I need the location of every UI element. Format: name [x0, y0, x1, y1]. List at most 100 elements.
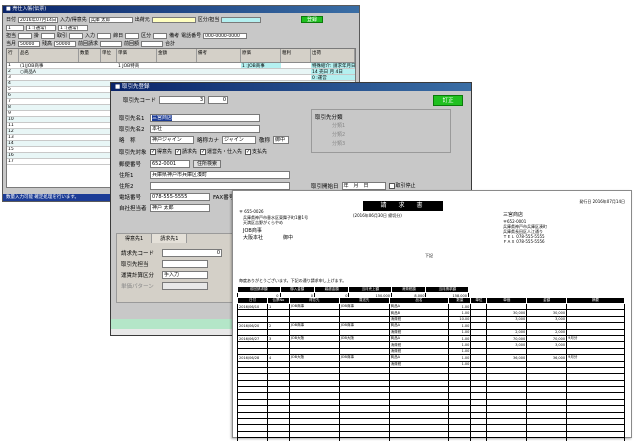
grid-cell[interactable]	[79, 153, 101, 158]
tab-customer[interactable]: 得意先1	[117, 234, 153, 243]
grid-cell[interactable]	[101, 69, 117, 74]
honorific-field[interactable]: 御中	[273, 135, 290, 144]
grid-cell[interactable]: 8	[7, 105, 19, 110]
balance-field[interactable]	[141, 40, 164, 47]
grid-cell[interactable]: 2	[7, 69, 19, 74]
grid-cell[interactable]	[79, 129, 101, 134]
grid-cell[interactable]	[19, 129, 79, 134]
grid-cell[interactable]: 10	[7, 117, 19, 122]
start-field[interactable]: 年 月 日	[341, 181, 386, 190]
check-customer[interactable]: ✓ 得意先	[150, 148, 172, 155]
balance-field[interactable]: 50000	[18, 40, 41, 47]
grid-cell[interactable]	[79, 135, 101, 140]
slip-mode-field[interactable]: 1 :(通常)	[58, 24, 88, 31]
grid-cell[interactable]: 11	[7, 123, 19, 128]
grid-cell[interactable]	[19, 135, 79, 140]
grid-cell[interactable]	[19, 93, 79, 98]
grid-cell[interactable]: ○商品A	[19, 69, 79, 74]
grid-cell[interactable]: 16	[7, 153, 19, 158]
grid-cell[interactable]: 0 :運営	[311, 75, 355, 80]
grid-cell[interactable]	[117, 75, 157, 80]
calc-field[interactable]: 手入力	[162, 270, 208, 279]
grid-cell[interactable]	[157, 63, 197, 68]
grid-cell[interactable]	[19, 81, 79, 86]
grid-cell[interactable]: (1)JOB商事	[19, 63, 79, 68]
grid-cell[interactable]: 6	[7, 93, 19, 98]
grid-cell[interactable]	[79, 147, 101, 152]
grid-cell[interactable]	[281, 75, 311, 80]
grid-cell[interactable]	[79, 75, 101, 80]
customer-field[interactable]: 兵庫 太郎	[88, 16, 133, 23]
grid-cell[interactable]	[79, 111, 101, 116]
delivery-field[interactable]	[151, 16, 196, 23]
grid-cell[interactable]: 13	[7, 135, 19, 140]
grid-cell[interactable]: 1 JOB特商	[117, 63, 157, 68]
grid-cell[interactable]	[241, 69, 281, 74]
grid-cell[interactable]: 17	[7, 159, 19, 164]
grid-cell[interactable]	[19, 141, 79, 146]
grid-cell[interactable]	[79, 81, 101, 86]
grid-cell[interactable]: 1	[7, 63, 19, 68]
grid-cell[interactable]: 7	[7, 99, 19, 104]
addr1-field[interactable]: 兵庫県神戸市兵庫区湊町	[150, 170, 290, 179]
grid-cell[interactable]	[19, 111, 79, 116]
check-billing[interactable]: ✓ 請求先	[175, 148, 197, 155]
grid-cell[interactable]	[19, 99, 79, 104]
grid-cell[interactable]	[79, 117, 101, 122]
slip-kind-field[interactable]: 1 :(通常)	[26, 24, 56, 31]
grid-cell[interactable]: 1 :JOB商事	[241, 63, 281, 68]
grid-cell[interactable]	[281, 63, 311, 68]
check-payee[interactable]: ✓ 支払先	[245, 148, 267, 155]
teisei-button[interactable]: 訂正	[433, 95, 463, 106]
register-button[interactable]: 登録	[301, 16, 323, 23]
grid-cell[interactable]	[79, 141, 101, 146]
addr2-field[interactable]	[150, 181, 290, 190]
grid-cell[interactable]	[19, 123, 79, 128]
stop-check[interactable]: 取引停止	[388, 182, 416, 189]
grid-cell[interactable]: 12	[7, 129, 19, 134]
grid-cell[interactable]: 9	[7, 111, 19, 116]
grid-cell[interactable]	[19, 153, 79, 158]
grid-cell[interactable]	[117, 69, 157, 74]
person-field[interactable]: 神戸 太郎	[150, 203, 210, 212]
grid-cell[interactable]	[79, 105, 101, 110]
name1-field[interactable]: 三宮商店	[150, 113, 260, 122]
grid-cell[interactable]: 4	[7, 81, 19, 86]
grid-cell[interactable]	[101, 75, 117, 80]
kbn-field[interactable]	[221, 16, 262, 23]
grid-cell[interactable]: 特殊紹介: 請求年月日	[311, 63, 355, 68]
grid-cell[interactable]	[79, 99, 101, 104]
balance-field[interactable]: 50000	[54, 40, 77, 47]
balance-field[interactable]	[100, 40, 123, 47]
grid-cell[interactable]	[281, 69, 311, 74]
date-field[interactable]: 2016年07月14日	[18, 16, 59, 23]
meta-field[interactable]	[69, 32, 84, 39]
tab-billing[interactable]: 請求先1	[152, 234, 188, 243]
invoice-code-field[interactable]: 0	[162, 248, 222, 257]
grid-cell[interactable]: 14 売日 月 4日	[311, 69, 355, 74]
phone-field[interactable]: 078-555-5555	[150, 192, 210, 201]
grid-cell[interactable]	[241, 75, 281, 80]
slip-type-field[interactable]: 1	[6, 24, 24, 31]
tanto-field[interactable]	[162, 259, 208, 268]
grid-cell[interactable]: 5	[7, 87, 19, 92]
code-sub-field[interactable]: 0	[208, 95, 229, 104]
grid-cell[interactable]	[197, 63, 241, 68]
grid-cell[interactable]: 15	[7, 147, 19, 152]
grid-cell[interactable]	[19, 147, 79, 152]
grid-cell[interactable]	[19, 117, 79, 122]
grid-cell[interactable]	[79, 63, 101, 68]
grid-cell[interactable]	[19, 105, 79, 110]
grid-cell[interactable]	[79, 69, 101, 74]
meta-field[interactable]	[97, 32, 112, 39]
code-field[interactable]: 3	[159, 95, 206, 104]
grid-cell[interactable]	[157, 75, 197, 80]
grid-cell[interactable]	[19, 87, 79, 92]
grid-cell[interactable]	[79, 123, 101, 128]
grid-cell[interactable]	[79, 93, 101, 98]
grid-cell[interactable]	[19, 75, 79, 80]
postal-field[interactable]: 652-0001	[150, 159, 190, 168]
grid-cell[interactable]	[101, 63, 117, 68]
check-supplier[interactable]: ✓ 運営先・仕入先	[200, 148, 242, 155]
phone-field[interactable]: 000-0000-0000	[203, 32, 248, 39]
